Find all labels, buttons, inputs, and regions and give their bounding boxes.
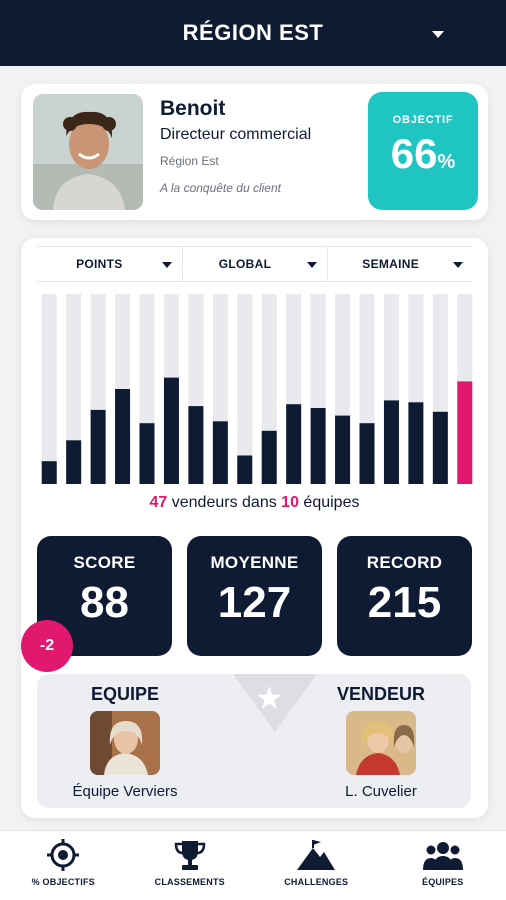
team-icon: [422, 839, 463, 871]
average-value: 127: [217, 578, 292, 627]
objective-number: 66: [390, 130, 438, 177]
bar-track: [41, 294, 57, 484]
mountain-flag-icon: [296, 839, 336, 871]
bar[interactable]: [212, 421, 228, 484]
bar[interactable]: [383, 400, 399, 484]
filter-global-dropdown[interactable]: GLOBAL: [181, 247, 328, 281]
chevron-down-icon: [453, 262, 464, 268]
sellers-count: 47: [149, 494, 168, 511]
filter-label: GLOBAL: [218, 257, 272, 271]
bar[interactable]: [188, 406, 204, 484]
average-label: MOYENNE: [210, 553, 299, 572]
bar[interactable]: [66, 440, 82, 484]
profile-region: Région Est: [160, 154, 219, 168]
sellers-text: vendeurs dans: [167, 494, 282, 511]
profile-name: Benoit: [160, 97, 226, 120]
nav-label: ÉQUIPES: [422, 877, 464, 887]
nav-teams[interactable]: ÉQUIPES: [380, 831, 506, 900]
best-performers: ★ EQUIPE Équipe Verviers VENDEUR L. Cuve…: [37, 674, 471, 808]
best-team-name: Équipe Verviers: [72, 783, 178, 800]
record-value: 215: [367, 578, 442, 627]
filter-bar: POINTS GLOBAL SEMAINE: [37, 246, 473, 282]
score-delta-badge: -2: [21, 620, 73, 672]
bar[interactable]: [115, 389, 131, 484]
bar[interactable]: [90, 409, 106, 484]
best-seller-title: VENDEUR: [336, 684, 425, 704]
score-value: 88: [80, 578, 129, 627]
bar[interactable]: [408, 402, 424, 484]
filter-week-dropdown[interactable]: SEMAINE: [327, 247, 473, 281]
bar[interactable]: [359, 423, 375, 484]
bar[interactable]: [310, 408, 326, 484]
nav-challenges[interactable]: CHALLENGES: [253, 831, 380, 900]
bar[interactable]: [286, 404, 302, 484]
best-seller-name: L. Cuvelier: [345, 783, 417, 800]
chevron-down-icon: [307, 262, 318, 268]
filter-label: POINTS: [76, 257, 123, 271]
nav-label: CHALLENGES: [284, 877, 349, 887]
profile-role: Directeur commercial: [160, 126, 312, 143]
nav-objectives[interactable]: % OBJECTIFS: [0, 831, 127, 900]
avatar: [33, 94, 143, 210]
filter-label: SEMAINE: [362, 257, 420, 271]
bar[interactable]: [237, 455, 253, 485]
profile-card: Benoit Directeur commercial Région Est A…: [21, 84, 488, 220]
best-team[interactable]: EQUIPE Équipe Verviers: [45, 684, 205, 800]
objective-value: 66%: [368, 132, 478, 184]
best-seller[interactable]: VENDEUR L. Cuvelier: [301, 684, 461, 800]
nav-label: % OBJECTIFS: [31, 877, 95, 887]
bottom-nav: % OBJECTIFS CLASSEMENTS CHALLENGES ÉQUIP…: [0, 830, 506, 900]
chevron-down-icon: [161, 262, 172, 268]
trophy-icon: [170, 839, 210, 871]
region-title[interactable]: RÉGION EST: [183, 20, 324, 46]
score-label: SCORE: [73, 553, 136, 572]
team-photo: [90, 711, 160, 775]
nav-label: CLASSEMENTS: [154, 877, 225, 887]
objective-unit: %: [437, 151, 456, 173]
bar[interactable]: [432, 411, 448, 484]
teams-text: équipes: [298, 494, 360, 511]
seller-photo: [346, 711, 416, 775]
chart-svg: [41, 294, 473, 485]
record-card[interactable]: RECORD 215: [337, 536, 472, 656]
teams-count: 10: [281, 494, 299, 511]
bar[interactable]: [163, 377, 179, 484]
bar[interactable]: [41, 461, 57, 484]
bar[interactable]: [335, 415, 351, 484]
target-icon: [43, 839, 83, 871]
points-bar-chart: [37, 294, 477, 484]
sellers-summary: 47 vendeurs dans 10 équipes: [21, 494, 488, 512]
profile-motto: A la conquête du client: [160, 181, 281, 195]
stats-card: POINTS GLOBAL SEMAINE 47 vendeurs dans 1…: [21, 238, 488, 818]
average-card[interactable]: MOYENNE 127: [187, 536, 322, 656]
objective-label: OBJECTIF: [392, 114, 454, 126]
bar[interactable]: [261, 430, 277, 484]
filter-points-dropdown[interactable]: POINTS: [37, 247, 182, 281]
best-team-title: EQUIPE: [90, 684, 160, 704]
star-icon: ★: [255, 680, 284, 716]
bar-current[interactable]: [457, 381, 473, 484]
nav-rankings[interactable]: CLASSEMENTS: [127, 831, 254, 900]
top-bar: RÉGION EST: [0, 0, 506, 66]
objective-badge[interactable]: OBJECTIF 66%: [368, 92, 478, 210]
record-label: RECORD: [366, 553, 443, 572]
chevron-down-icon[interactable]: [432, 31, 444, 38]
bar[interactable]: [139, 423, 155, 484]
